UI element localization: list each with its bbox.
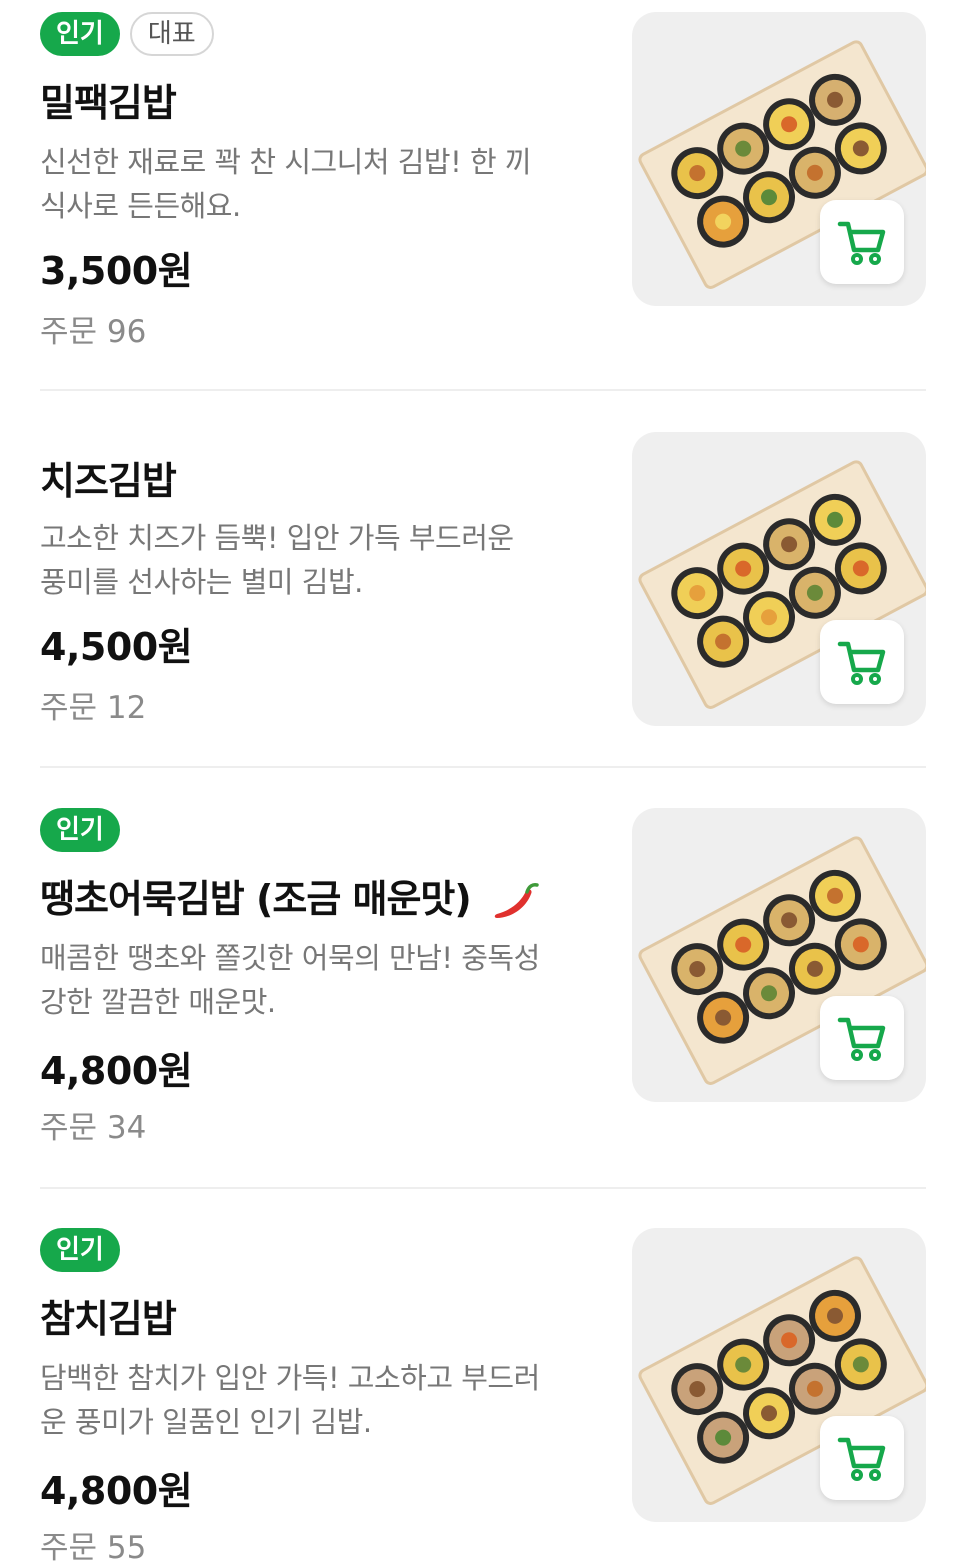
- order-count: 주문 34: [40, 1110, 147, 1146]
- menu-description-line: 담백한 참치가 입안 가득! 고소하고 부드러: [40, 1361, 540, 1395]
- popular-badge: 인기: [40, 808, 120, 852]
- order-count: 주문 12: [40, 690, 147, 726]
- popular-badge: 인기: [40, 12, 120, 56]
- badge-group: 인기 대표: [40, 12, 214, 56]
- divider: [40, 1187, 926, 1189]
- order-count: 주문 55: [40, 1530, 147, 1566]
- representative-badge: 대표: [129, 12, 214, 56]
- divider: [40, 766, 926, 768]
- menu-name: 밀팩김밥: [40, 81, 177, 125]
- badge-group: 인기: [40, 808, 120, 852]
- menu-price: 4,800원: [40, 1049, 193, 1093]
- menu-name: 치즈김밥: [40, 459, 177, 503]
- menu-description: 신선한 재료로 꽉 찬 시그니처 김밥! 한 끼 식사로 든든해요.: [40, 140, 600, 228]
- menu-description-line: 풍미를 선사하는 별미 김밥.: [40, 565, 363, 599]
- chili-pepper-icon: [494, 882, 539, 918]
- menu-photo[interactable]: [632, 808, 926, 1102]
- cart-icon: [837, 641, 886, 685]
- cart-icon: [837, 221, 886, 265]
- order-count: 주문 96: [40, 314, 147, 350]
- popular-badge: 인기: [40, 1228, 120, 1272]
- menu-price: 3,500원: [40, 249, 193, 293]
- menu-description: 고소한 치즈가 듬뿍! 입안 가득 부드러운 풍미를 선사하는 별미 김밥.: [40, 516, 600, 604]
- cart-icon: [837, 1017, 886, 1061]
- menu-photo[interactable]: [632, 12, 926, 306]
- menu-description-line: 운 풍미가 일품인 인기 김밥.: [40, 1405, 372, 1439]
- menu-description-line: 강한 깔끔한 매운맛.: [40, 985, 276, 1019]
- add-to-cart-button[interactable]: [820, 200, 904, 284]
- menu-name-row: 땡초어묵김밥 (조금 매운맛): [40, 868, 539, 924]
- add-to-cart-button[interactable]: [820, 996, 904, 1080]
- menu-description: 담백한 참치가 입안 가득! 고소하고 부드러 운 풍미가 일품인 인기 김밥.: [40, 1356, 600, 1444]
- menu-price: 4,800원: [40, 1469, 193, 1513]
- menu-description-line: 식사로 든든해요.: [40, 189, 241, 223]
- menu-description-line: 고소한 치즈가 듬뿍! 입안 가득 부드러운: [40, 521, 514, 555]
- menu-photo[interactable]: [632, 1228, 926, 1522]
- menu-name: 참치김밥: [40, 1297, 177, 1341]
- add-to-cart-button[interactable]: [820, 620, 904, 704]
- badge-group: 인기: [40, 1228, 120, 1272]
- menu-description-line: 신선한 재료로 꽉 찬 시그니처 김밥! 한 끼: [40, 145, 532, 179]
- menu-name: 땡초어묵김밥 (조금 매운맛): [40, 877, 472, 921]
- cart-icon: [837, 1437, 886, 1481]
- menu-photo[interactable]: [632, 432, 926, 726]
- menu-price: 4,500원: [40, 625, 193, 669]
- divider: [40, 389, 926, 391]
- add-to-cart-button[interactable]: [820, 1416, 904, 1500]
- menu-description: 매콤한 땡초와 쫄깃한 어묵의 만남! 중독성 강한 깔끔한 매운맛.: [40, 936, 600, 1024]
- menu-description-line: 매콤한 땡초와 쫄깃한 어묵의 만남! 중독성: [40, 941, 540, 975]
